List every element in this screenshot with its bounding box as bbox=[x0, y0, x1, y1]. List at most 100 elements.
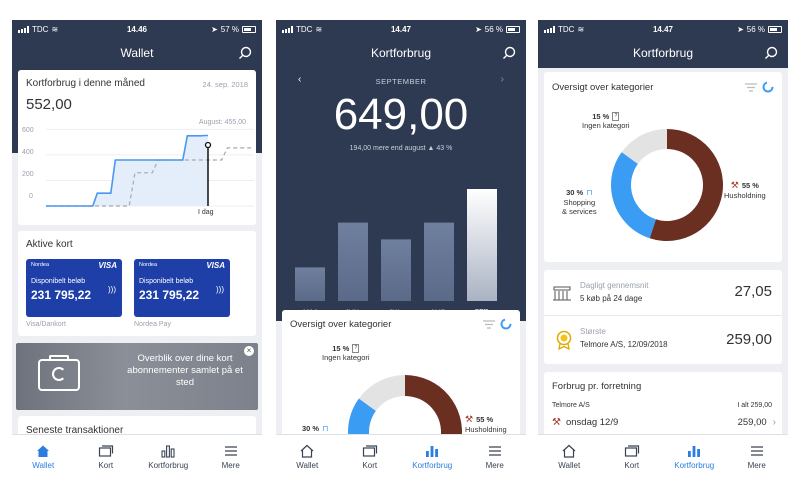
nav-spending[interactable]: Kortforbrug bbox=[401, 435, 464, 478]
menu-icon bbox=[750, 445, 763, 456]
nav-label: Wallet bbox=[32, 460, 55, 470]
legend-pct: 30 % bbox=[302, 424, 320, 434]
filter-icon[interactable] bbox=[483, 319, 495, 329]
cards-icon bbox=[362, 444, 377, 457]
month-bar[interactable] bbox=[295, 267, 325, 301]
subscription-icon bbox=[38, 355, 80, 391]
clock: 14.47 bbox=[390, 24, 412, 34]
spend-area bbox=[46, 135, 208, 206]
page-title: Wallet bbox=[120, 46, 154, 60]
largest-row[interactable]: Største Telmore A/S, 12/09/2018 259,00 bbox=[544, 316, 782, 364]
cards-icon bbox=[98, 444, 113, 457]
merchant-spending-title: Forbrug pr. forretning bbox=[552, 381, 642, 392]
legend-pct: 15 % bbox=[332, 344, 350, 353]
next-month-button[interactable]: › bbox=[501, 74, 504, 85]
nav-wallet[interactable]: Wallet bbox=[12, 435, 75, 478]
search-icon[interactable] bbox=[238, 46, 252, 60]
medal-icon bbox=[556, 330, 572, 350]
status-bar: TDC ≋ 14.46 ➤ 57 % bbox=[12, 20, 262, 38]
filter-icon[interactable] bbox=[745, 82, 757, 92]
legend-shopping: 30 % ⊓ Shopping & services bbox=[562, 188, 597, 216]
search-icon[interactable] bbox=[764, 46, 778, 60]
promo-text: Overblik over dine kort abonnementer sam… bbox=[127, 353, 243, 388]
visa-logo: VISA bbox=[206, 261, 225, 270]
legend-label-line2: & services bbox=[562, 206, 597, 216]
nav-wallet[interactable]: Wallet bbox=[276, 435, 339, 478]
legend-label: Shopping bbox=[563, 197, 596, 207]
category-overview-title: Oversigt over kategorier bbox=[552, 81, 654, 93]
nav-spending[interactable]: Kortforbrug bbox=[137, 435, 200, 478]
nav-more[interactable]: Mere bbox=[200, 435, 263, 478]
legend-label: Ingen kategori bbox=[322, 353, 370, 362]
legend-household: ⚒ 55 % Husholdning bbox=[465, 414, 507, 434]
bottom-nav: Wallet Kort Kortforbrug Mere bbox=[538, 434, 788, 478]
promo-banner[interactable]: Overblik over dine kort abonnementer sam… bbox=[16, 343, 258, 410]
nav-label: Mere bbox=[221, 460, 240, 470]
category-overview-card[interactable]: Oversigt over kategorier 15 %? Ingen kat… bbox=[282, 310, 520, 450]
card-balance: 231 795,22 bbox=[31, 288, 92, 302]
close-icon[interactable]: × bbox=[244, 346, 254, 356]
card-balance: 231 795,22 bbox=[139, 288, 200, 302]
today-label: I dag bbox=[198, 209, 214, 216]
nav-label: Kortforbrug bbox=[412, 460, 453, 470]
contactless-icon: ))) bbox=[216, 285, 224, 294]
bottom-nav: Wallet Kort Kortforbrug Mere bbox=[12, 434, 262, 478]
nav-cards[interactable]: Kort bbox=[601, 435, 664, 478]
legend-no-category: 15 %? Ingen kategori bbox=[322, 344, 370, 362]
home-icon bbox=[562, 444, 576, 458]
latest-transactions-title: Seneste transaktioner bbox=[26, 425, 124, 436]
merchant-total: I alt 259,00 bbox=[737, 402, 772, 409]
bar-chart-icon bbox=[688, 445, 701, 457]
phone-screen-wallet: TDC ≋ 14.46 ➤ 57 % Wallet Kortforbrug i de… bbox=[12, 20, 262, 478]
bottom-nav: Wallet Kort Kortforbrug Mere bbox=[276, 434, 526, 478]
top-bar: Kortforbrug bbox=[276, 38, 526, 68]
household-icon: ⚒ bbox=[730, 180, 739, 190]
legend-pct: 55 % bbox=[741, 180, 759, 190]
active-cards-card: Aktive kort Nordea VISA Disponibelt beløb 2… bbox=[18, 231, 256, 336]
battery-icon bbox=[242, 25, 256, 33]
daily-average-row[interactable]: Dagligt gennemsnit 5 køb på 24 dage 27,0… bbox=[544, 270, 782, 316]
nav-more[interactable]: Mere bbox=[726, 435, 789, 478]
category-overview-card[interactable]: Oversigt over kategorier 15 %? Ingen kat… bbox=[544, 72, 782, 262]
status-bar: TDC ≋ 14.47 ➤ 56 % bbox=[276, 20, 526, 38]
card-caption: Nordea Pay bbox=[134, 321, 171, 328]
nav-cards[interactable]: Kort bbox=[75, 435, 138, 478]
donut-toggle-icon[interactable] bbox=[762, 81, 774, 93]
receipt-icon: ? bbox=[612, 112, 620, 121]
contactless-icon: ))) bbox=[108, 285, 116, 294]
cards-icon bbox=[624, 444, 639, 457]
nav-cards[interactable]: Kort bbox=[339, 435, 402, 478]
month-bar[interactable] bbox=[467, 189, 497, 301]
active-cards-title: Aktive kort bbox=[26, 239, 73, 250]
nav-wallet[interactable]: Wallet bbox=[538, 435, 601, 478]
month-amount: 649,00 bbox=[333, 90, 469, 139]
merchant-transaction-row[interactable]: ⚒ onsdag 12/9 259,00 › bbox=[544, 409, 782, 428]
payment-card[interactable]: Nordea VISA Disponibelt beløb 231 795,22))) bbox=[26, 259, 122, 317]
payment-card[interactable]: Nordea VISA Disponibelt beløb 231 795,22))) bbox=[134, 259, 230, 317]
merchant-name: Telmore A/S bbox=[552, 402, 590, 409]
nav-label: Kort bbox=[98, 460, 114, 470]
top-bar: Kortforbrug bbox=[538, 38, 788, 68]
monthly-bar-chart bbox=[295, 189, 497, 301]
nav-spending[interactable]: Kortforbrug bbox=[663, 435, 726, 478]
month-bar[interactable] bbox=[381, 239, 411, 301]
shopping-bag-icon: ⊓ bbox=[322, 424, 329, 433]
chevron-right-icon: › bbox=[772, 417, 776, 428]
transaction-date: onsdag 12/9 bbox=[565, 417, 619, 428]
donut-toggle-icon[interactable] bbox=[500, 318, 512, 330]
calendar-icon bbox=[553, 286, 571, 301]
spending-summary: ‹ SEPTEMBER › 649,00 194,00 mere end aug… bbox=[276, 68, 526, 321]
donut-slice[interactable] bbox=[611, 152, 656, 239]
top-bar: Wallet bbox=[12, 38, 262, 68]
nav-more[interactable]: Mere bbox=[464, 435, 527, 478]
spend-card[interactable]: Kortforbrug i denne måned 24. sep. 2018 … bbox=[18, 70, 256, 225]
today-dot bbox=[204, 141, 212, 149]
month-label: SEPTEMBER bbox=[375, 77, 427, 86]
search-icon[interactable] bbox=[502, 46, 516, 60]
month-bar[interactable] bbox=[338, 222, 368, 301]
stats-card: Dagligt gennemsnit 5 køb på 24 dage 27,0… bbox=[544, 270, 782, 364]
month-bar[interactable] bbox=[424, 222, 454, 301]
nav-label: Mere bbox=[485, 460, 504, 470]
category-overview-title: Oversigt over kategorier bbox=[290, 318, 392, 330]
legend-shopping: 30 % ⊓ bbox=[302, 424, 328, 434]
